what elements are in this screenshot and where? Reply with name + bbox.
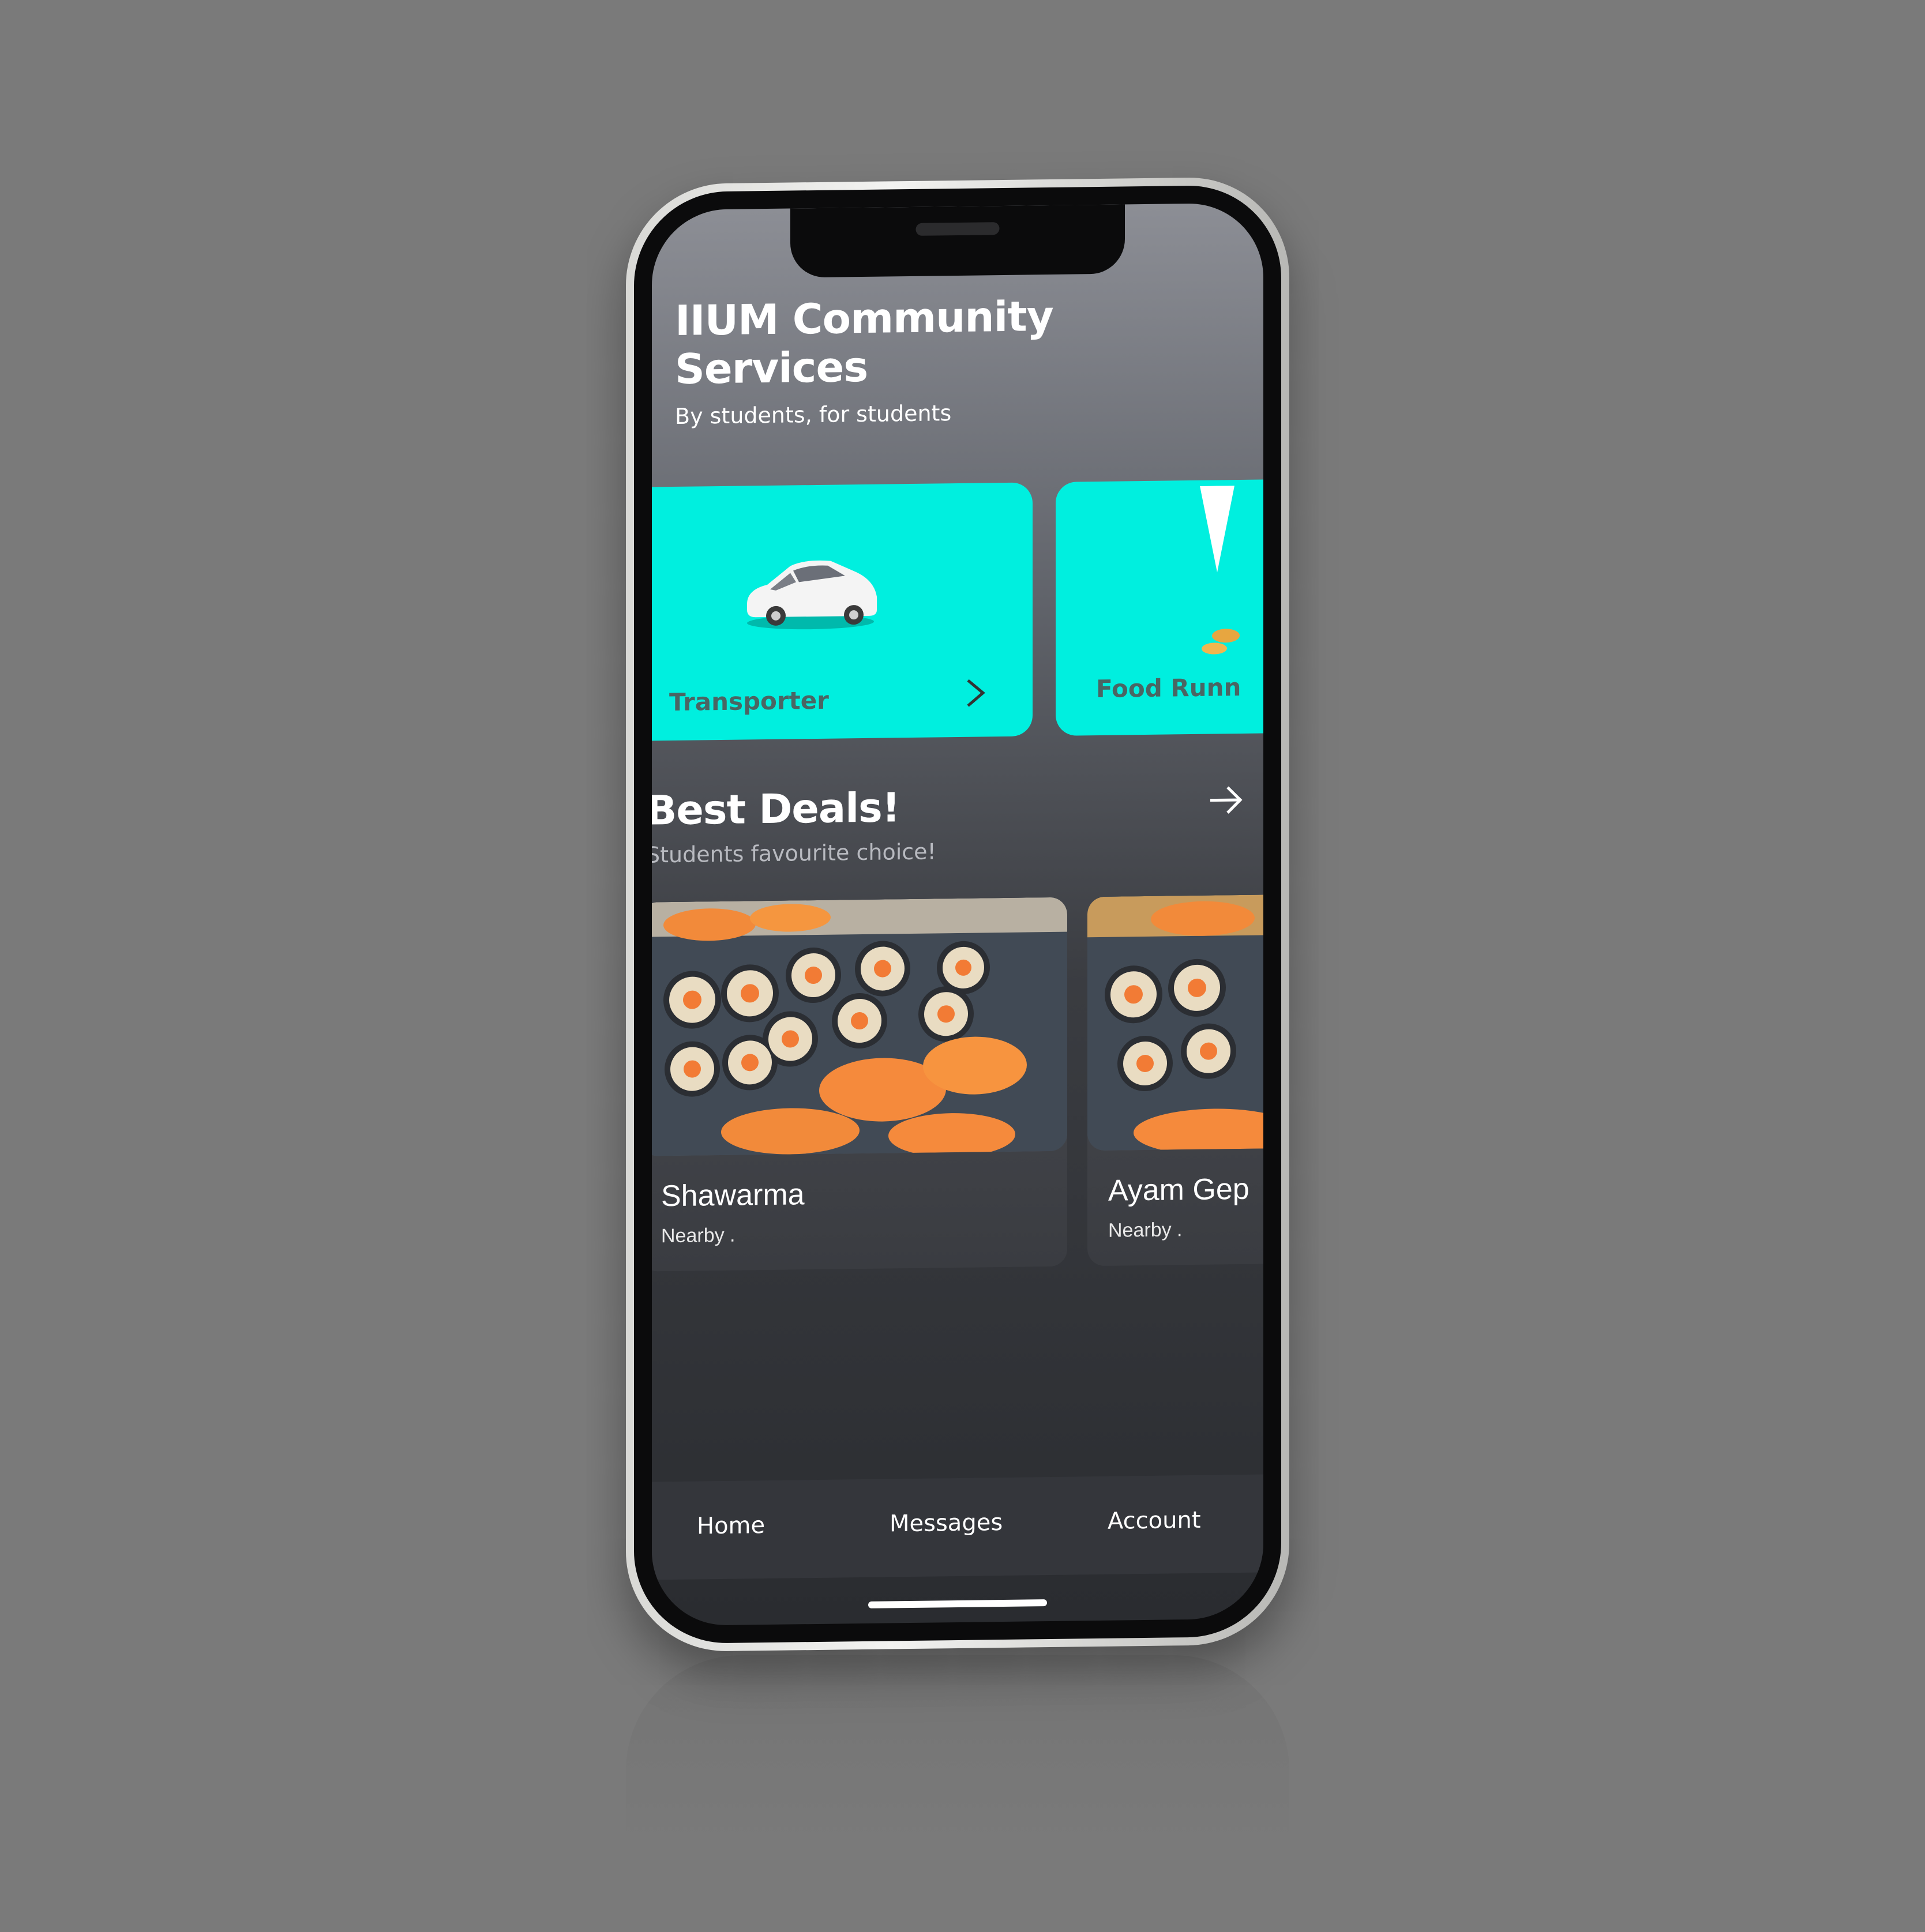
deals-carousel[interactable]: Shawarma Nearby . Ayam Gep Nearby .	[652, 888, 1263, 1272]
home-indicator[interactable]	[868, 1599, 1047, 1608]
deal-name: Shawarma	[661, 1178, 805, 1213]
deal-distance: Nearby .	[661, 1224, 736, 1247]
car-icon	[747, 560, 877, 630]
deal-distance: Nearby .	[1108, 1219, 1183, 1242]
tab-account[interactable]: Account	[1108, 1507, 1201, 1535]
app-header: IIUM Community Services By students, for…	[675, 290, 1240, 429]
bottom-tab-bar: Home Messages Account	[652, 1474, 1263, 1580]
deal-photo	[652, 897, 1067, 1156]
app-screen: IIUM Community Services By students, for…	[652, 202, 1263, 1626]
deal-card[interactable]: Shawarma Nearby .	[652, 897, 1067, 1272]
service-card-food-runner[interactable]: Food Runn	[1056, 479, 1263, 736]
chevron-right-icon	[967, 679, 985, 707]
sushi-photo	[1087, 894, 1263, 1151]
section-title: Best Deals!	[652, 784, 900, 835]
app-title: IIUM Community Services	[675, 291, 1053, 393]
deal-card[interactable]: Ayam Gep Nearby .	[1087, 894, 1263, 1266]
tab-home[interactable]: Home	[697, 1512, 765, 1539]
phone-reflection	[626, 1655, 1289, 1932]
app-subtitle: By students, for students	[675, 400, 952, 429]
service-label: Food Runn	[1096, 672, 1241, 704]
services-carousel[interactable]: Transporter Food Runn	[652, 473, 1263, 746]
section-subtitle: Students favourite choice!	[652, 839, 936, 868]
service-card-transporter[interactable]: Transporter	[652, 482, 1033, 741]
arrow-right-icon[interactable]	[1206, 780, 1246, 821]
deal-photo	[1087, 894, 1263, 1151]
best-deals-header: Best Deals! Students favourite choice!	[652, 779, 1263, 868]
tab-messages[interactable]: Messages	[890, 1509, 1003, 1537]
sushi-photo	[652, 897, 1067, 1156]
speaker-grille	[915, 222, 1000, 236]
phone-mockup: IIUM Community Services By students, for…	[626, 176, 1289, 1652]
notch	[790, 204, 1125, 278]
deal-name: Ayam Gep	[1108, 1172, 1249, 1208]
food-icon	[1200, 486, 1240, 655]
service-label: Transporter	[669, 686, 829, 717]
